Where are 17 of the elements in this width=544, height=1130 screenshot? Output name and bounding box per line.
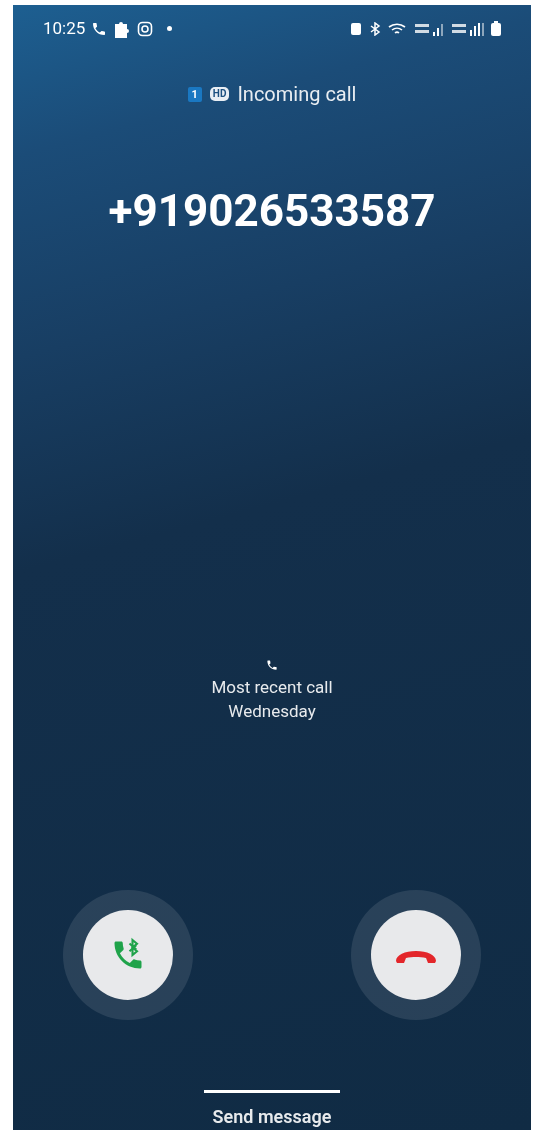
- phone-icon: [265, 659, 279, 672]
- clock: 10:25: [43, 16, 86, 40]
- signal-icon: [415, 21, 445, 36]
- signal-icon: [452, 21, 484, 36]
- dot-icon: [167, 26, 173, 31]
- send-message-link[interactable]: Send message: [212, 1103, 332, 1130]
- recent-call-day: Wednesday: [228, 699, 316, 724]
- battery-icon: [491, 21, 501, 36]
- call-status: Incoming call: [237, 81, 357, 108]
- sim-badge: 1: [187, 86, 202, 102]
- phone-icon: [91, 20, 108, 37]
- recent-call-label: Most recent call: [211, 676, 333, 700]
- bluetooth-icon: [369, 21, 381, 36]
- phone-number: +919026533587: [108, 184, 436, 239]
- wifi-icon: [388, 21, 408, 36]
- hd-badge: HD: [209, 87, 230, 101]
- camera-icon: [137, 20, 154, 37]
